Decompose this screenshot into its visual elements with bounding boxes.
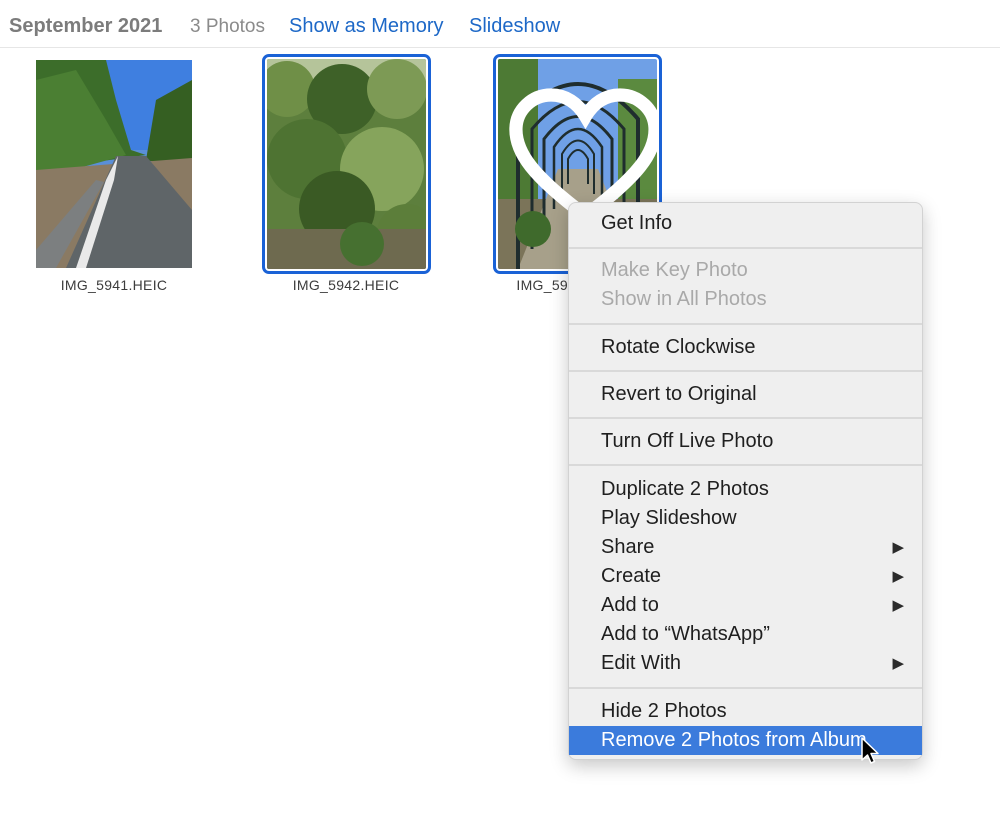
mouse-pointer-icon	[861, 737, 879, 764]
photo-thumbnail-2[interactable]	[262, 54, 431, 274]
context-menu: Get Info Make Key Photo Show in All Phot…	[568, 202, 923, 760]
menu-item-add-to-whatsapp[interactable]: Add to “WhatsApp”	[569, 620, 922, 649]
menu-item-turn-off-live-photo[interactable]: Turn Off Live Photo	[569, 427, 922, 456]
submenu-arrow-icon: ▶	[892, 539, 904, 556]
menu-item-play-slideshow[interactable]: Play Slideshow	[569, 504, 922, 533]
menu-item-create[interactable]: Create ▶	[569, 562, 922, 591]
menu-item-label: Remove 2 Photos from Album	[601, 729, 867, 751]
menu-item-label: Make Key Photo	[601, 259, 748, 281]
photo-image-road	[36, 60, 192, 268]
menu-item-get-info[interactable]: Get Info	[569, 209, 922, 238]
menu-separator	[569, 464, 922, 466]
menu-item-hide[interactable]: Hide 2 Photos	[569, 697, 922, 726]
submenu-arrow-icon: ▶	[892, 597, 904, 614]
menu-item-rotate-clockwise[interactable]: Rotate Clockwise	[569, 333, 922, 362]
menu-item-label: Rotate Clockwise	[601, 336, 756, 358]
section-date: September 2021	[9, 15, 163, 37]
submenu-arrow-icon: ▶	[892, 568, 904, 585]
menu-item-label: Edit With	[601, 652, 682, 674]
submenu-arrow-icon: ▶	[892, 655, 904, 672]
menu-item-label: Duplicate 2 Photos	[601, 478, 769, 500]
photo-thumbnail-1[interactable]	[36, 60, 192, 268]
menu-item-label: Get Info	[601, 212, 673, 234]
menu-item-show-in-all-photos: Show in All Photos	[569, 285, 922, 314]
menu-item-edit-with[interactable]: Edit With ▶	[569, 649, 922, 678]
menu-item-label: Add to “WhatsApp”	[601, 623, 770, 645]
menu-item-label: Revert to Original	[601, 383, 757, 405]
menu-separator	[569, 417, 922, 419]
photo-caption-3: IMG_59	[516, 277, 568, 293]
show-as-memory-link[interactable]: Show as Memory	[289, 15, 444, 38]
photo-caption-1: IMG_5941.HEIC	[60, 277, 168, 293]
menu-separator	[569, 687, 922, 689]
menu-item-add-to[interactable]: Add to ▶	[569, 591, 922, 620]
menu-item-label: Show in All Photos	[601, 288, 767, 310]
section-header: September 2021 3 Photos Show as Memory S…	[0, 0, 1000, 48]
menu-item-label: Share	[601, 536, 655, 558]
menu-item-duplicate[interactable]: Duplicate 2 Photos	[569, 475, 922, 504]
menu-item-label: Hide 2 Photos	[601, 700, 727, 722]
menu-separator	[569, 247, 922, 249]
menu-item-revert-to-original[interactable]: Revert to Original	[569, 380, 922, 409]
menu-item-label: Create	[601, 565, 662, 587]
photo-count: 3 Photos	[190, 16, 265, 37]
menu-item-make-key-photo: Make Key Photo	[569, 256, 922, 285]
menu-separator	[569, 323, 922, 325]
photo-image-bushes	[267, 59, 426, 269]
menu-item-label: Turn Off Live Photo	[601, 430, 774, 452]
slideshow-link[interactable]: Slideshow	[469, 15, 560, 38]
menu-item-share[interactable]: Share ▶	[569, 533, 922, 562]
menu-item-label: Play Slideshow	[601, 507, 737, 529]
menu-item-label: Add to	[601, 594, 659, 616]
photo-caption-2: IMG_5942.HEIC	[292, 277, 400, 293]
menu-separator	[569, 370, 922, 372]
